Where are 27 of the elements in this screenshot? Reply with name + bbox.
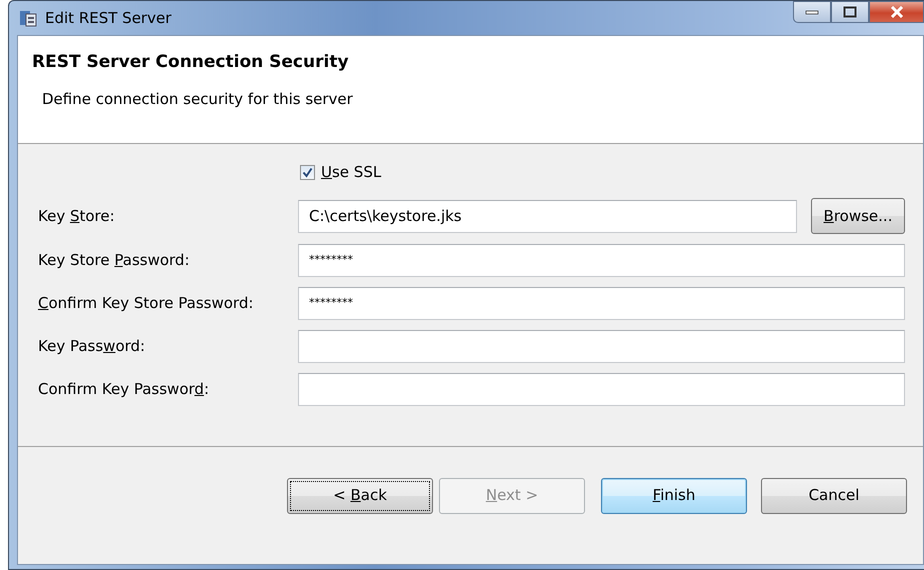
finish-button[interactable]: Finish	[601, 478, 747, 514]
close-button[interactable]	[869, 1, 924, 23]
maximize-icon	[843, 6, 857, 18]
password-field[interactable]: ********	[298, 244, 905, 277]
page-description: Define connection security for this server	[42, 88, 354, 110]
minimize-button[interactable]	[793, 1, 831, 23]
field-label: Key Store:	[38, 206, 116, 227]
password-field[interactable]: ********	[298, 287, 905, 320]
back-button[interactable]: < Back	[287, 478, 433, 514]
maximize-button[interactable]	[831, 1, 869, 23]
window-title: Edit REST Server	[45, 8, 172, 29]
password-field[interactable]	[298, 330, 905, 363]
page-title: REST Server Connection Security	[32, 51, 350, 74]
field-label: Confirm Key Store Password:	[38, 293, 254, 314]
minimize-icon	[805, 9, 819, 15]
field-label: Key Store Password:	[38, 250, 191, 272]
checkbox-label[interactable]: Use SSL	[321, 160, 382, 184]
app-icon	[19, 9, 37, 27]
ssl-checkbox[interactable]	[300, 164, 315, 180]
field-label: Confirm Key Password:	[38, 379, 210, 400]
browse-button[interactable]: Browse...	[811, 198, 905, 234]
cancel-button[interactable]: Cancel	[761, 478, 907, 514]
close-icon	[890, 6, 904, 18]
password-field[interactable]	[298, 373, 905, 406]
check-icon	[302, 166, 313, 178]
field-label: Key Password:	[38, 336, 146, 358]
input-field[interactable]: C:\certs\keystore.jks	[298, 200, 797, 232]
